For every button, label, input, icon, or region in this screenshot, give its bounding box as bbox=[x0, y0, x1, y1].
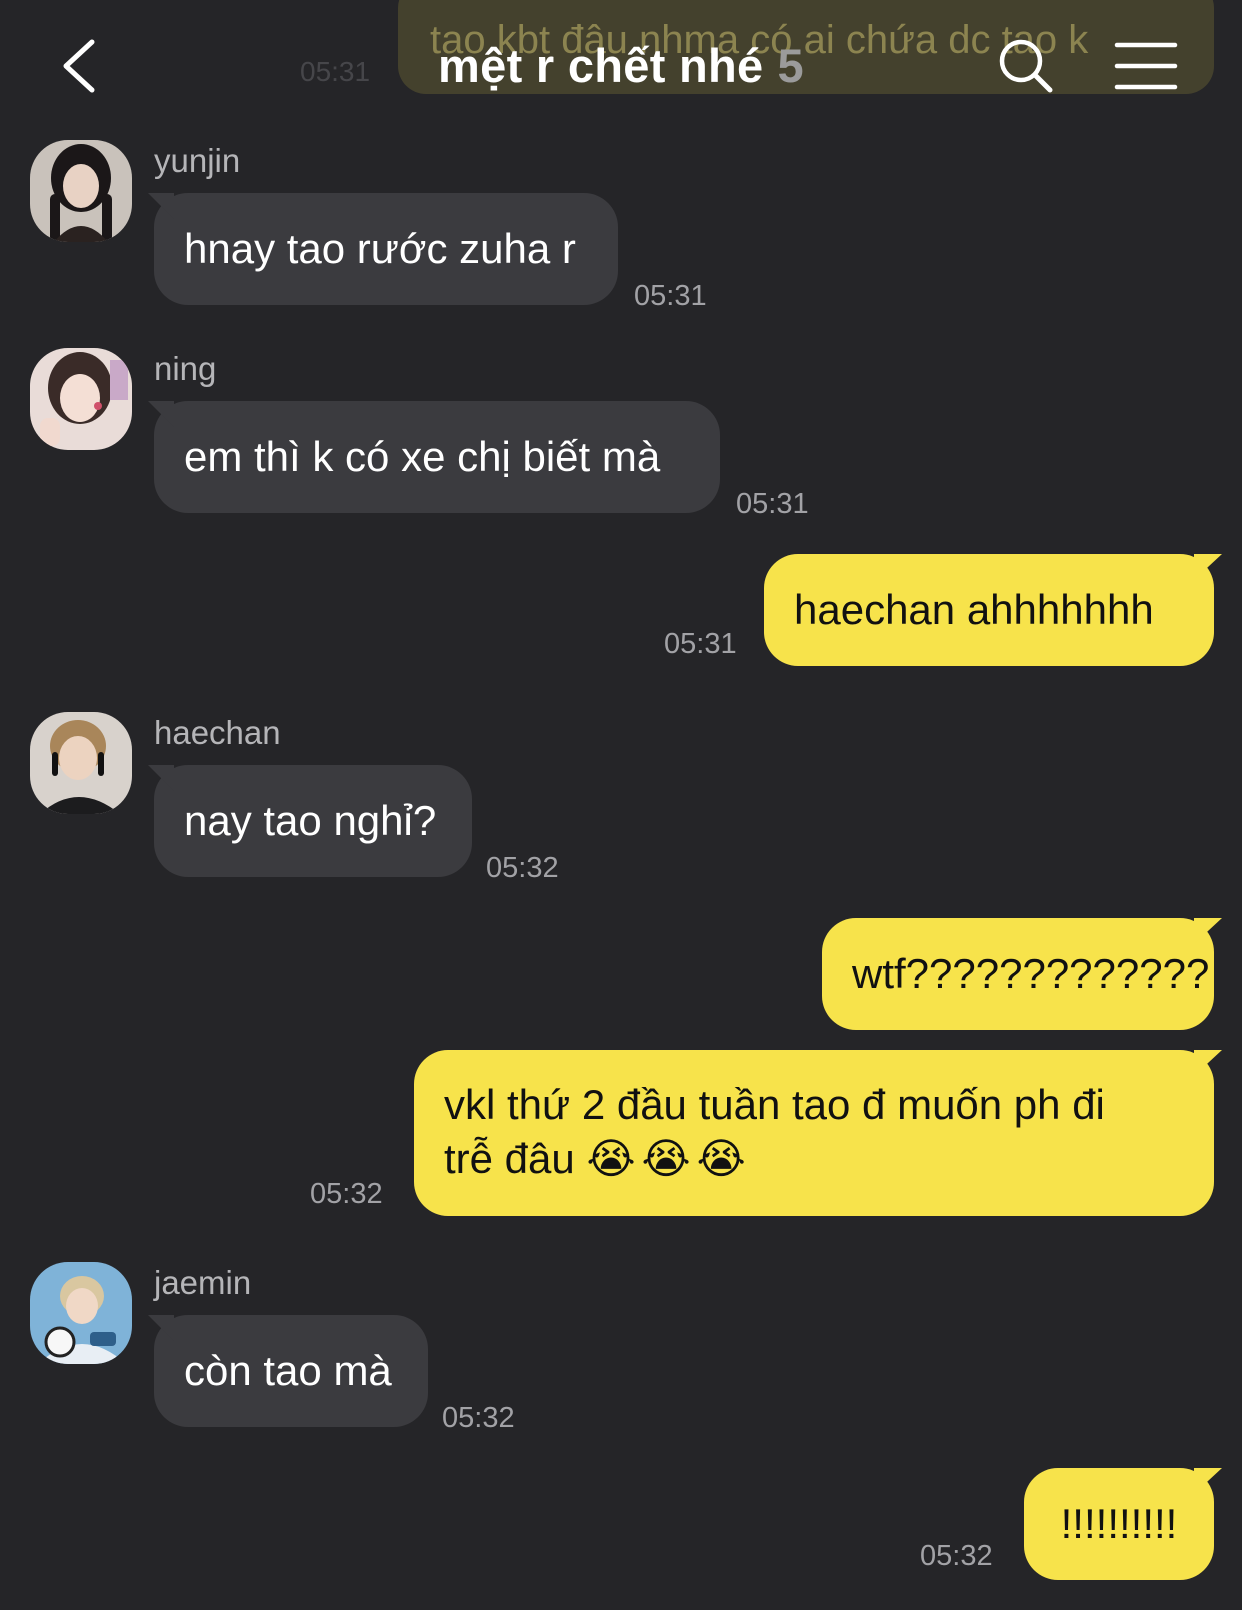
message-text: hnay tao rước zuha r bbox=[184, 225, 576, 272]
avatar-yunjin[interactable] bbox=[30, 140, 132, 242]
message-time: 05:31 bbox=[664, 628, 737, 660]
avatar-haechan[interactable] bbox=[30, 712, 132, 814]
message-bubble-incoming[interactable]: nay tao nghỉ? bbox=[154, 765, 472, 877]
message-text: nay tao nghỉ? bbox=[184, 797, 437, 844]
message-time: 05:31 bbox=[736, 488, 809, 520]
sender-name: haechan bbox=[154, 714, 281, 751]
sender-name: yunjin bbox=[154, 142, 241, 179]
message-bubble-incoming[interactable]: còn tao mà bbox=[154, 1315, 428, 1427]
menu-button[interactable] bbox=[1114, 40, 1178, 92]
sender-name: ning bbox=[154, 350, 217, 387]
message-time: 05:32 bbox=[442, 1402, 515, 1434]
search-icon bbox=[999, 39, 1053, 93]
avatar-ning[interactable] bbox=[30, 348, 132, 450]
message-text: em thì k có xe chị biết mà bbox=[184, 433, 661, 480]
hamburger-menu-icon bbox=[1114, 42, 1178, 90]
avatar-jaemin[interactable] bbox=[30, 1262, 132, 1364]
message-time: 05:32 bbox=[486, 852, 559, 884]
sender-name: jaemin bbox=[154, 1264, 252, 1301]
message-time: 05:32 bbox=[310, 1178, 383, 1210]
chat-name: mệt r chết nhé bbox=[438, 39, 764, 92]
message-text: haechan ahhhhhhh bbox=[794, 586, 1154, 633]
message-bubble-outgoing[interactable]: !!!!!!!!!! bbox=[1024, 1468, 1214, 1580]
message-bubble-outgoing[interactable]: wtf????????????? bbox=[822, 918, 1214, 1030]
message-bubble-incoming[interactable]: hnay tao rước zuha r bbox=[154, 193, 618, 305]
message-text-line-1: vkl thứ 2 đầu tuần tao đ muốn ph đi bbox=[444, 1081, 1105, 1128]
crying-face-emoji: 😭😭😭 bbox=[586, 1134, 752, 1183]
message-time: 05:32 bbox=[920, 1540, 993, 1572]
message-text: còn tao mà bbox=[184, 1347, 392, 1394]
chat-header: mệt r chết nhé 5 bbox=[0, 0, 1242, 130]
message-bubble-outgoing[interactable]: haechan ahhhhhhh bbox=[764, 554, 1214, 666]
message-bubble-outgoing[interactable]: vkl thứ 2 đầu tuần tao đ muốn ph đi trễ … bbox=[414, 1050, 1214, 1216]
message-text: wtf????????????? bbox=[852, 950, 1210, 997]
message-text-line-2-wrapper: trễ đâu 😭😭😭 bbox=[444, 1132, 1184, 1186]
search-button[interactable] bbox=[996, 36, 1056, 96]
message-bubble-incoming[interactable]: em thì k có xe chị biết mà bbox=[154, 401, 720, 513]
message-time: 05:31 bbox=[634, 280, 707, 312]
message-text-line-2: trễ đâu bbox=[444, 1135, 575, 1182]
member-count: 5 bbox=[777, 39, 804, 92]
message-text: !!!!!!!!!! bbox=[1060, 1500, 1178, 1547]
